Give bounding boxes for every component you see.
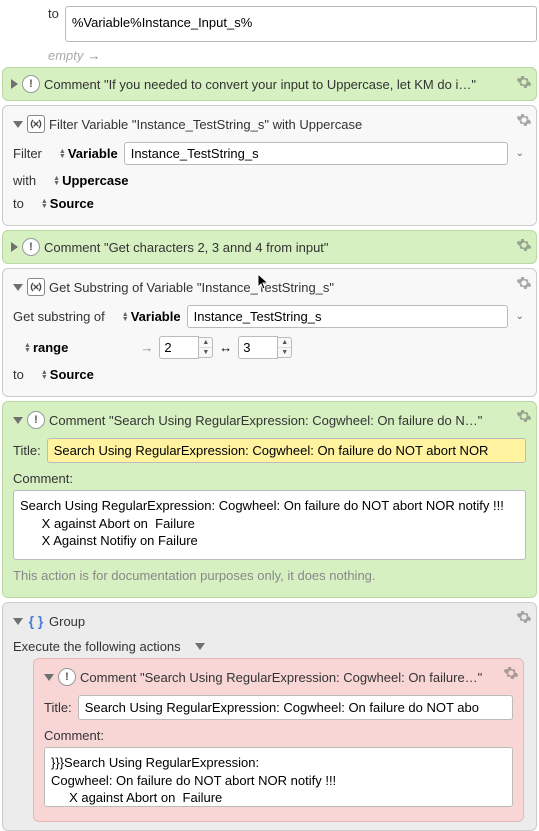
- to-label: to: [13, 196, 24, 211]
- variable-icon: [27, 278, 45, 296]
- action-comment-regex1[interactable]: ! Comment "Search Using RegularExpressio…: [2, 401, 537, 598]
- comment-body-textarea[interactable]: [44, 747, 513, 807]
- comment-icon: !: [27, 411, 45, 429]
- execute-label: Execute the following actions: [13, 639, 181, 654]
- comment-body-textarea[interactable]: [13, 490, 526, 560]
- gear-icon[interactable]: [516, 275, 532, 291]
- comment-icon: !: [58, 668, 76, 686]
- action-title: Comment "Search Using RegularExpression:…: [80, 670, 513, 685]
- action-title: Get Substring of Variable "Instance_Test…: [49, 280, 526, 295]
- arrow-right-icon: →: [87, 48, 100, 63]
- disclosure-icon[interactable]: [13, 417, 23, 424]
- group-icon: { }: [27, 612, 45, 630]
- action-get-substring[interactable]: Get Substring of Variable "Instance_Test…: [2, 268, 537, 397]
- title-label: Title:: [13, 443, 41, 458]
- step-down-icon[interactable]: ▼: [278, 348, 291, 357]
- gear-icon[interactable]: [516, 112, 532, 128]
- disclosure-icon[interactable]: [44, 674, 54, 681]
- gear-icon[interactable]: [516, 74, 532, 90]
- get-substring-label: Get substring of: [13, 309, 105, 324]
- comment-icon: !: [22, 75, 40, 93]
- action-comment-regex2[interactable]: ! Comment "Search Using RegularExpressio…: [33, 658, 524, 822]
- action-title: Comment "Search Using RegularExpression:…: [49, 413, 526, 428]
- gear-icon[interactable]: [516, 408, 532, 424]
- comment-title-input[interactable]: Search Using RegularExpression: Cogwheel…: [47, 438, 526, 463]
- disclosure-icon[interactable]: [13, 618, 23, 625]
- dropdown-icon[interactable]: ⌄: [514, 148, 526, 159]
- step-down-icon[interactable]: ▼: [199, 348, 212, 357]
- action-filter-variable[interactable]: Filter Variable "Instance_TestString_s" …: [2, 105, 537, 226]
- comment-title-input[interactable]: Search Using RegularExpression: Cogwheel…: [78, 695, 513, 720]
- action-title: Filter Variable "Instance_TestString_s" …: [49, 117, 526, 132]
- comment-label: Comment:: [13, 471, 73, 486]
- filter-target-selector[interactable]: Variable: [48, 146, 118, 161]
- range-from-stepper[interactable]: ▲▼: [159, 336, 213, 359]
- comment-icon: !: [22, 238, 40, 256]
- title-label: Title:: [44, 700, 72, 715]
- action-comment-getchars[interactable]: ! Comment "Get characters 2, 3 annd 4 fr…: [2, 230, 537, 264]
- substring-target-selector[interactable]: Variable: [111, 309, 181, 324]
- range-to-input[interactable]: [238, 336, 278, 359]
- action-group[interactable]: { } Group Execute the following actions …: [2, 602, 537, 831]
- to-selector[interactable]: Source: [30, 196, 94, 211]
- to-value-text: %Variable%Instance_Input_s%: [72, 15, 252, 30]
- disclosure-icon[interactable]: [11, 242, 18, 252]
- to-value-input[interactable]: %Variable%Instance_Input_s%: [65, 6, 537, 42]
- to-label: to: [13, 367, 24, 382]
- range-bidir-icon: ↔: [219, 340, 232, 355]
- filter-variable-input[interactable]: [124, 142, 508, 165]
- gear-icon[interactable]: [503, 665, 519, 681]
- comment-label: Comment:: [44, 728, 104, 743]
- gear-icon[interactable]: [516, 237, 532, 253]
- step-up-icon[interactable]: ▲: [278, 338, 291, 348]
- range-selector[interactable]: range: [13, 340, 68, 355]
- substring-variable-input[interactable]: [187, 305, 508, 328]
- dropdown-icon[interactable]: ⌄: [514, 311, 526, 322]
- with-selector[interactable]: Uppercase: [42, 173, 128, 188]
- disclosure-icon[interactable]: [13, 284, 23, 291]
- action-title: Comment "Get characters 2, 3 annd 4 from…: [44, 240, 528, 255]
- action-title: Comment "If you needed to convert your i…: [44, 77, 528, 92]
- to-selector[interactable]: Source: [30, 367, 94, 382]
- with-label: with: [13, 173, 36, 188]
- doc-note: This action is for documentation purpose…: [13, 568, 526, 583]
- variable-icon: [27, 115, 45, 133]
- step-up-icon[interactable]: ▲: [199, 338, 212, 348]
- range-from-input[interactable]: [159, 336, 199, 359]
- disclosure-icon[interactable]: [13, 121, 23, 128]
- range-to-stepper[interactable]: ▲▼: [238, 336, 292, 359]
- disclosure-icon[interactable]: [11, 79, 18, 89]
- empty-hint: empty: [48, 48, 83, 63]
- filter-label: Filter: [13, 146, 42, 161]
- gear-icon[interactable]: [516, 609, 532, 625]
- action-title: Group: [49, 614, 526, 629]
- arrow-right-icon: →: [140, 340, 153, 355]
- to-label: to: [48, 6, 59, 21]
- action-comment-uppercase[interactable]: ! Comment "If you needed to convert your…: [2, 67, 537, 101]
- disclosure-icon[interactable]: [195, 643, 205, 650]
